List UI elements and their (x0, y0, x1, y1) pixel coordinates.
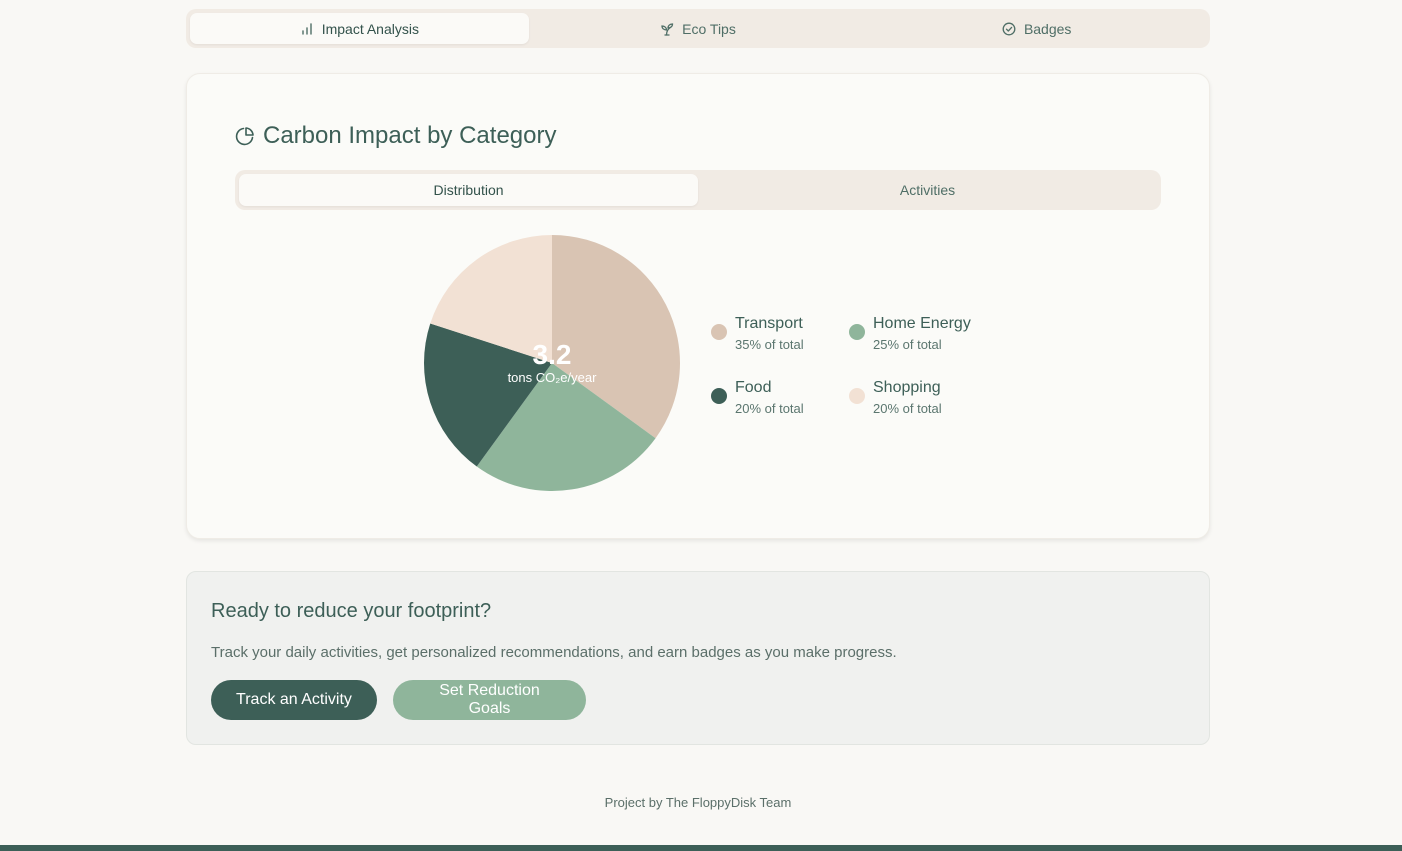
sprout-icon (660, 22, 674, 36)
legend-label: Food (735, 379, 772, 396)
main-tab-bar: Impact Analysis Eco Tips Badges (186, 9, 1210, 48)
tab-impact-analysis-label: Impact Analysis (321, 20, 419, 37)
tab-impact-analysis[interactable]: Impact Analysis (190, 13, 529, 44)
tab-badges[interactable]: Badges (867, 13, 1206, 44)
footer-credit: Project by The FloppyDisk Team (604, 795, 792, 810)
tab-activities[interactable]: Activities (698, 174, 1157, 206)
chart-view-tabs: Distribution Activities (235, 170, 1161, 210)
track-activity-button[interactable]: Track an Activity (211, 680, 377, 720)
legend-swatch (849, 324, 865, 340)
legend-item-food: Food 20% of total (711, 378, 849, 420)
cta-title: Ready to reduce your footprint? (211, 600, 492, 622)
legend-item-shopping: Shopping 20% of total (849, 378, 999, 420)
pie-chart-icon (235, 126, 255, 146)
legend-value: 35% of total (735, 337, 804, 352)
tab-eco-tips[interactable]: Eco Tips (529, 13, 868, 44)
card-title: Carbon Impact by Category (263, 122, 557, 149)
bar-chart-icon (300, 22, 314, 36)
legend-swatch (711, 324, 727, 340)
chart-legend: Transport 35% of total Home Energy 25% o… (711, 314, 1011, 420)
tab-eco-tips-label: Eco Tips (682, 20, 736, 37)
pie-chart: 3.2 tons CO₂e/year (423, 234, 681, 492)
set-goals-button[interactable]: Set Reduction Goals (393, 680, 586, 720)
legend-label: Shopping (873, 379, 941, 396)
legend-value: 25% of total (873, 337, 942, 352)
legend-label: Home Energy (873, 315, 971, 332)
tab-badges-label: Badges (1023, 20, 1072, 37)
pie-chart-svg (424, 235, 680, 491)
legend-item-transport: Transport 35% of total (711, 314, 849, 356)
call-to-action-panel: Ready to reduce your footprint? Track yo… (186, 571, 1210, 745)
legend-value: 20% of total (873, 401, 942, 416)
carbon-impact-card: Carbon Impact by Category Distribution A… (186, 73, 1210, 539)
card-header: Carbon Impact by Category (235, 122, 556, 150)
check-circle-icon (1002, 22, 1016, 36)
footer-bar (0, 845, 1402, 851)
legend-label: Transport (735, 315, 803, 332)
legend-value: 20% of total (735, 401, 804, 416)
cta-description: Track your daily activities, get persona… (211, 644, 897, 661)
legend-item-home-energy: Home Energy 25% of total (849, 314, 999, 356)
legend-swatch (711, 388, 727, 404)
tab-distribution[interactable]: Distribution (239, 174, 698, 206)
legend-swatch (849, 388, 865, 404)
